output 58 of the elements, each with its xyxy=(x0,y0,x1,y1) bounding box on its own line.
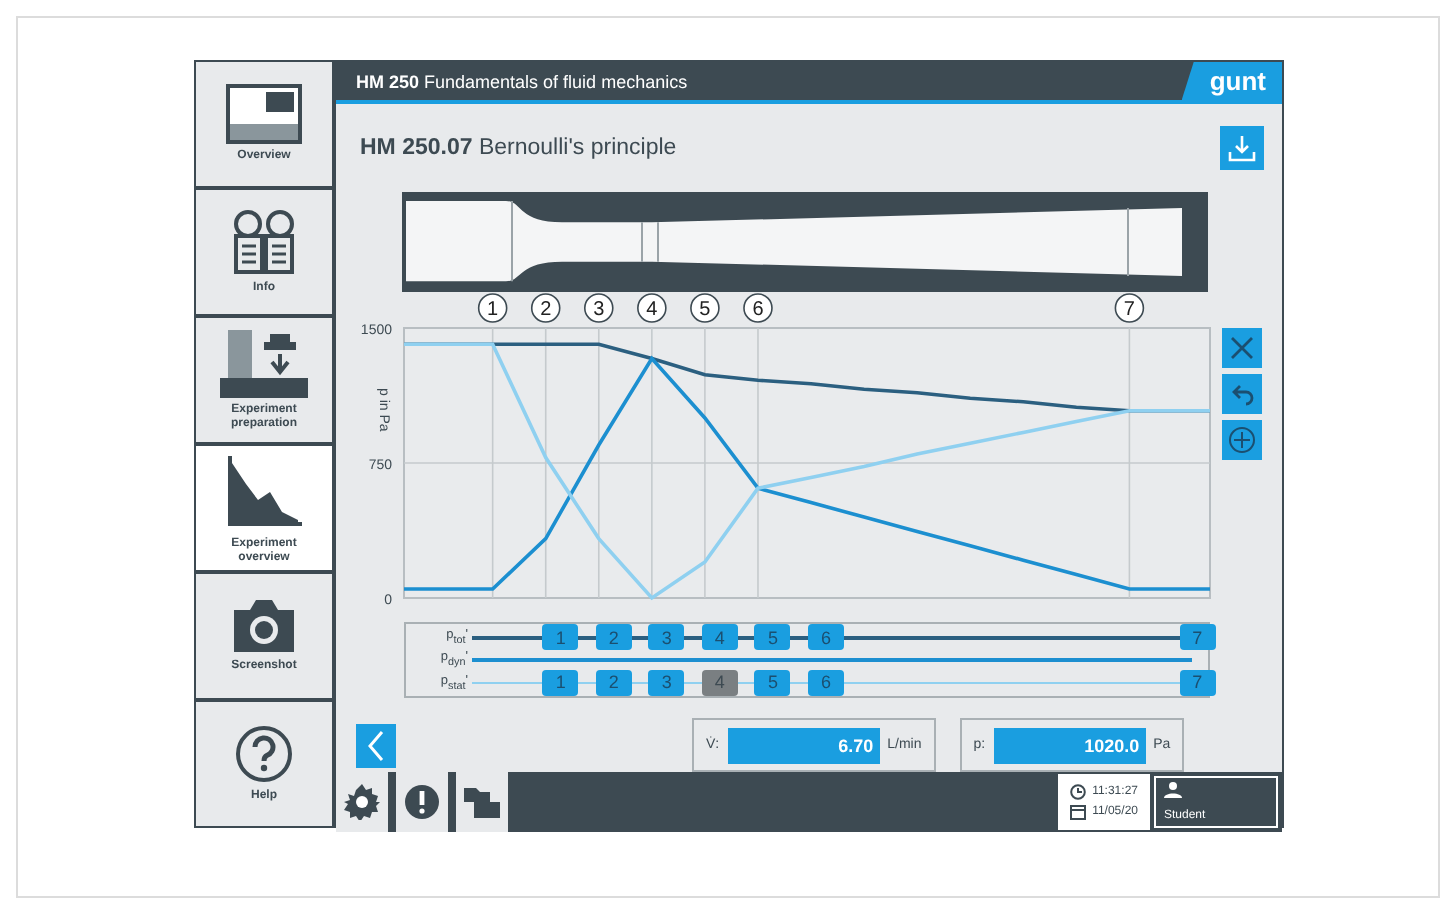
measuring-point-marker: 6 xyxy=(743,293,773,323)
logo: gunt xyxy=(1181,62,1282,100)
settings-button[interactable] xyxy=(336,772,392,832)
point-toggle[interactable]: 1 xyxy=(542,669,579,696)
point-toggle[interactable]: 4 xyxy=(701,669,738,696)
measuring-point-marker: 7 xyxy=(1114,293,1145,323)
book-glasses-icon xyxy=(230,208,298,277)
close-icon xyxy=(1230,336,1254,360)
x-tick-label: 7 xyxy=(1123,299,1136,321)
x-tick-label: 2 xyxy=(540,299,553,321)
undo-button[interactable] xyxy=(1222,374,1262,414)
area-chart-icon xyxy=(222,451,306,532)
point-toggle[interactable]: 5 xyxy=(754,624,791,651)
preparation-icon xyxy=(220,329,308,398)
plus-circle-icon xyxy=(1228,426,1256,454)
camera-icon xyxy=(230,598,298,655)
chevron-left-icon xyxy=(366,729,386,761)
readout-value: 1020.0 xyxy=(993,727,1146,763)
point-toggle[interactable]: 4 xyxy=(701,624,738,651)
download-icon xyxy=(1228,134,1256,162)
download-button[interactable] xyxy=(1220,126,1264,170)
back-button[interactable] xyxy=(356,723,396,767)
point-toggle[interactable]: 7 xyxy=(1179,624,1216,651)
user-icon xyxy=(1164,782,1182,798)
measuring-point-marker: 4 xyxy=(637,293,667,323)
undo-icon xyxy=(1230,382,1254,406)
measuring-point-marker: 1 xyxy=(477,293,508,323)
x-tick-label: 5 xyxy=(699,299,712,321)
measuring-point-marker: 2 xyxy=(530,293,561,323)
help-icon xyxy=(234,724,294,785)
point-toggle[interactable]: 1 xyxy=(542,624,579,651)
gear-icon xyxy=(344,784,380,820)
exclamation-icon xyxy=(404,784,440,820)
point-toggle[interactable]: 2 xyxy=(595,624,632,651)
x-tick-label: 1 xyxy=(487,299,500,321)
folder-icon xyxy=(462,784,502,820)
close-button[interactable] xyxy=(1222,328,1262,368)
x-tick-label: 6 xyxy=(752,299,765,321)
app-title: HM 250 Fundamentals of fluid mechanics xyxy=(356,71,688,91)
point-toggle[interactable]: 6 xyxy=(807,624,844,651)
calendar-icon xyxy=(1070,804,1087,820)
x-tick-label: 4 xyxy=(646,299,659,321)
point-toggle[interactable]: 3 xyxy=(648,669,685,696)
folder-button[interactable] xyxy=(456,772,512,832)
measuring-point-marker: 3 xyxy=(584,293,614,323)
point-toggle[interactable]: 6 xyxy=(807,669,844,696)
x-tick-label: 3 xyxy=(593,299,606,321)
device-icon xyxy=(226,84,302,145)
add-button[interactable] xyxy=(1222,420,1262,460)
point-toggle[interactable]: 3 xyxy=(648,624,685,651)
point-toggle[interactable]: 7 xyxy=(1179,669,1216,696)
measuring-point-marker: 5 xyxy=(690,293,720,323)
page-title: HM 250.07 Bernoulli's principle xyxy=(360,136,677,160)
readout-value: 6.70 xyxy=(727,727,880,763)
clock-icon xyxy=(1070,784,1087,800)
point-toggle[interactable]: 2 xyxy=(595,669,632,696)
point-toggle[interactable]: 5 xyxy=(754,669,791,696)
alert-button[interactable] xyxy=(396,772,452,832)
